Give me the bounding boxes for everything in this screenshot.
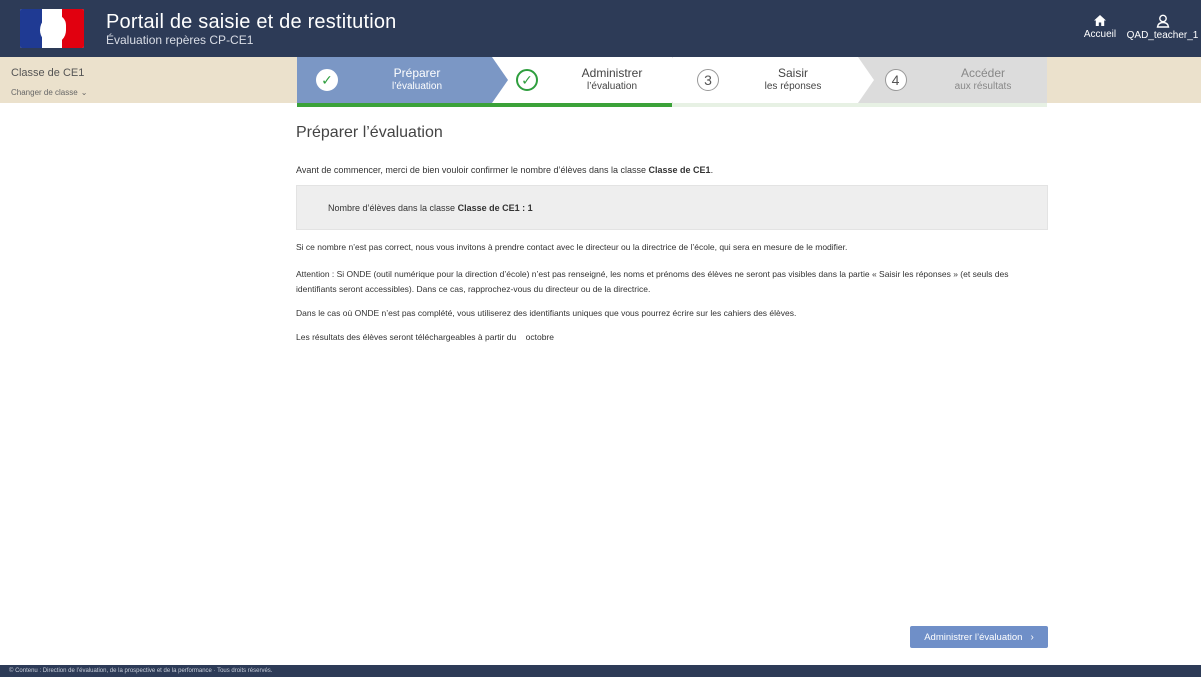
step-administrer[interactable]: ✓ Administrer l’évaluation bbox=[492, 57, 688, 103]
step-sub-label: l’évaluation bbox=[391, 81, 443, 93]
step-main-label: Accéder bbox=[960, 66, 1006, 81]
step-acceder: 4 Accéder aux résultats bbox=[858, 57, 1047, 103]
chevron-right-icon: › bbox=[1030, 631, 1034, 643]
administer-button-label: Administrer l’évaluation bbox=[924, 631, 1023, 643]
home-link[interactable]: Accueil bbox=[1080, 14, 1120, 40]
administer-evaluation-button[interactable]: Administrer l’évaluation › bbox=[910, 626, 1048, 648]
info-paragraph-unique-ids: Dans le cas où ONDE n’est pas complété, … bbox=[296, 308, 797, 318]
user-icon bbox=[1156, 14, 1169, 28]
change-class-label: Changer de classe bbox=[11, 88, 78, 97]
republique-logo[interactable] bbox=[20, 9, 84, 48]
home-icon bbox=[1094, 15, 1106, 26]
info-paragraph-onde-warning: Attention : Si ONDE (outil numérique pou… bbox=[296, 269, 1009, 294]
count-separator: : bbox=[519, 203, 528, 213]
current-class-name: Classe de CE1 bbox=[11, 67, 85, 79]
intro-text: Avant de commencer, merci de bien vouloi… bbox=[296, 165, 713, 175]
change-class-dropdown[interactable]: Changer de classe ⌄ bbox=[11, 88, 87, 97]
app-subtitle: Évaluation repères CP-CE1 bbox=[106, 33, 254, 47]
step-saisir[interactable]: 3 Saisir les réponses bbox=[672, 57, 874, 103]
check-icon: ✓ bbox=[516, 69, 538, 91]
step-sub-label: l’évaluation bbox=[586, 81, 638, 93]
progress-fill bbox=[297, 103, 672, 107]
count-class-name: Classe de CE1 bbox=[457, 203, 520, 213]
check-icon: ✓ bbox=[316, 69, 338, 91]
student-count-value: 1 bbox=[527, 203, 533, 213]
user-label: QAD_teacher_1 bbox=[1126, 30, 1199, 41]
step-number: 4 bbox=[884, 69, 907, 91]
count-prefix: Nombre d’élèves dans la classe bbox=[328, 203, 458, 213]
chevron-down-icon: ⌄ bbox=[80, 88, 88, 97]
info-paragraph-incorrect-count: Si ce nombre n’est pas correct, nous vou… bbox=[296, 242, 848, 252]
footer: © Contenu : Direction de l’évaluation, d… bbox=[0, 665, 1201, 677]
stepper-progress-bar bbox=[297, 103, 1047, 107]
intro-suffix: . bbox=[710, 165, 714, 175]
step-number: 3 bbox=[697, 69, 719, 91]
step-sub-label: les réponses bbox=[764, 81, 822, 93]
step-main-label: Saisir bbox=[777, 66, 808, 81]
step-sub-label: aux résultats bbox=[954, 81, 1012, 93]
step-main-label: Préparer bbox=[393, 66, 441, 81]
intro-class-name: Classe de CE1 bbox=[648, 165, 711, 175]
home-label: Accueil bbox=[1083, 29, 1117, 40]
student-count-text: Nombre d’élèves dans la classe Classe de… bbox=[328, 203, 533, 213]
intro-prefix: Avant de commencer, merci de bien vouloi… bbox=[296, 165, 649, 175]
student-count-box: Nombre d’élèves dans la classe Classe de… bbox=[296, 185, 1048, 230]
step-preparer[interactable]: ✓ Préparer l’évaluation bbox=[297, 57, 508, 103]
step-main-label: Administrer bbox=[581, 66, 643, 81]
info-paragraph-results-date: Les résultats des élèves seront téléchar… bbox=[296, 332, 554, 342]
user-menu[interactable]: QAD_teacher_1 bbox=[1124, 14, 1201, 41]
evaluation-stepper: ✓ Préparer l’évaluation ✓ Administrer l’… bbox=[297, 57, 1047, 103]
app-header: Portail de saisie et de restitution Éval… bbox=[0, 0, 1201, 57]
app-title: Portail de saisie et de restitution bbox=[106, 11, 397, 33]
page-title: Préparer l’évaluation bbox=[296, 124, 443, 141]
